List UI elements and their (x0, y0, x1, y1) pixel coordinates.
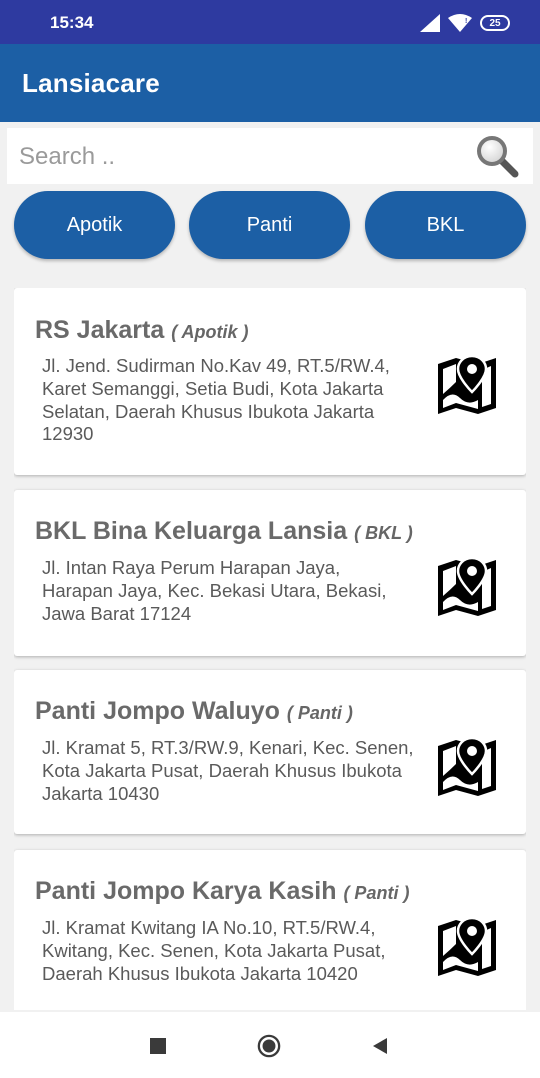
wifi-icon: ! (448, 14, 472, 32)
map-pin-icon[interactable] (436, 916, 498, 978)
map-pin-icon[interactable] (436, 354, 498, 416)
place-address: Jl. Kramat 5, RT.3/RW.9, Kenari, Kec. Se… (42, 737, 414, 804)
back-triangle-icon[interactable] (368, 1034, 392, 1058)
filter-bkl-button[interactable]: BKL (365, 191, 526, 259)
place-type: ( BKL ) (354, 523, 413, 543)
map-pin-icon[interactable] (436, 556, 498, 618)
home-circle-icon[interactable] (257, 1034, 281, 1058)
filter-panti-button[interactable]: Panti (189, 191, 350, 259)
place-card[interactable]: Panti Jompo Waluyo ( Panti ) Jl. Kramat … (14, 670, 526, 834)
signal-icon (420, 14, 440, 32)
svg-text:!: ! (465, 18, 467, 25)
place-card[interactable]: BKL Bina Keluarga Lansia ( BKL ) Jl. Int… (14, 490, 526, 656)
place-name: Panti Jompo Waluyo (35, 697, 280, 725)
app-bar: Lansiacare (0, 44, 540, 122)
battery-level: 25 (489, 17, 501, 29)
place-name: BKL Bina Keluarga Lansia (35, 517, 348, 545)
filter-apotik-button[interactable]: Apotik (14, 191, 175, 259)
search-icon[interactable] (475, 134, 519, 178)
place-type: ( Panti ) (343, 883, 410, 903)
navigation-bar (0, 1012, 540, 1078)
place-card[interactable]: Panti Jompo Karya Kasih ( Panti ) Jl. Kr… (14, 850, 526, 1010)
place-type: ( Apotik ) (171, 322, 249, 342)
place-title: Panti Jompo Karya Kasih ( Panti ) (35, 877, 409, 906)
place-address: Jl. Intan Raya Perum Harapan Jaya, Harap… (42, 557, 387, 624)
status-icons: ! 25 (420, 12, 510, 34)
recents-square-icon[interactable] (146, 1034, 170, 1058)
filter-label: BKL (426, 213, 465, 236)
place-title: RS Jakarta ( Apotik ) (35, 316, 249, 345)
status-time: 15:34 (50, 13, 94, 32)
place-type: ( Panti ) (286, 703, 353, 723)
place-address: Jl. Kramat Kwitang IA No.10, RT.5/RW.4, … (42, 917, 386, 984)
place-address: Jl. Jend. Sudirman No.Kav 49, RT.5/RW.4,… (42, 355, 390, 445)
place-card[interactable]: RS Jakarta ( Apotik ) Jl. Jend. Sudirman… (14, 288, 526, 475)
map-pin-icon[interactable] (436, 736, 498, 798)
filter-label: Panti (246, 213, 293, 236)
app-title: Lansiacare (22, 68, 160, 98)
place-name: RS Jakarta (35, 316, 165, 344)
search-input[interactable] (17, 136, 461, 178)
filter-bar: Apotik Panti BKL (14, 191, 526, 260)
place-title: BKL Bina Keluarga Lansia ( BKL ) (35, 517, 413, 546)
battery-icon: 25 (480, 15, 510, 31)
place-title: Panti Jompo Waluyo ( Panti ) (35, 697, 353, 726)
status-bar: 15:34 ! 25 (0, 0, 540, 44)
place-list: RS Jakarta ( Apotik ) Jl. Jend. Sudirman… (14, 288, 526, 1010)
filter-label: Apotik (66, 213, 123, 236)
place-name: Panti Jompo Karya Kasih (35, 877, 337, 905)
search-box (7, 128, 533, 184)
